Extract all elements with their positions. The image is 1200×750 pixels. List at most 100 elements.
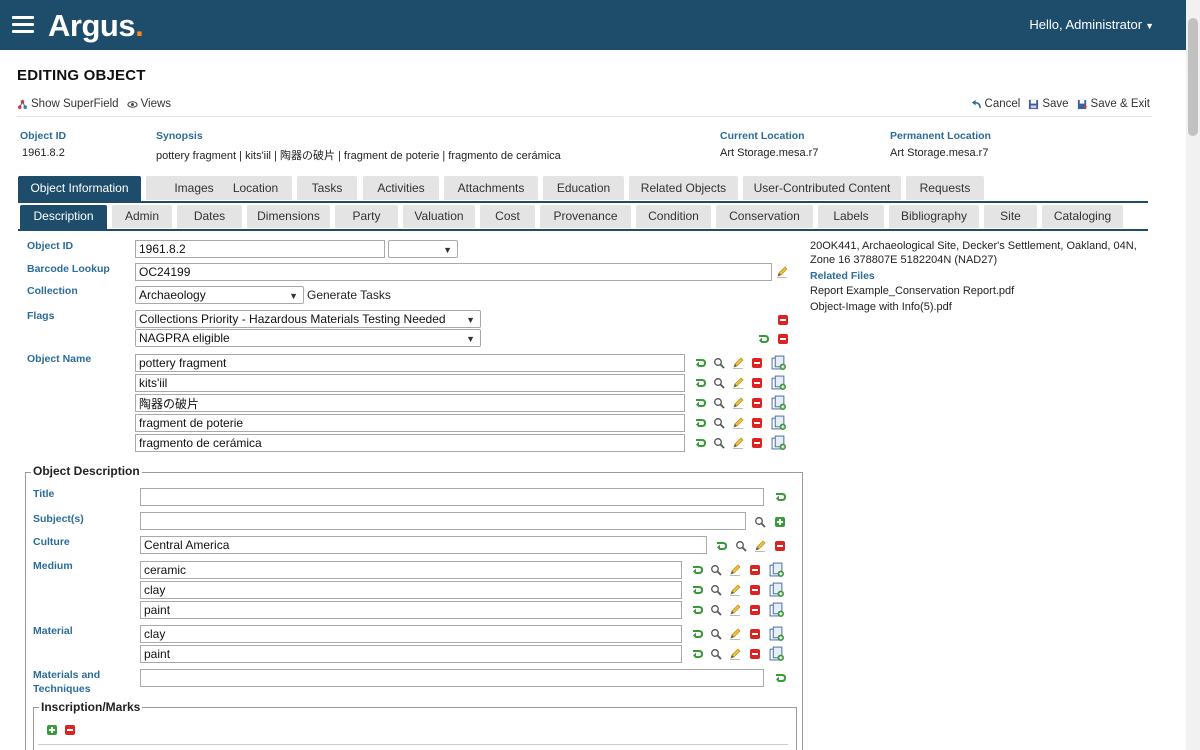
search-icon[interactable] [713,357,725,369]
copy-add-icon[interactable] [771,415,786,430]
pencil-icon[interactable] [732,397,744,409]
add-row-arrow-icon[interactable] [691,564,703,576]
culture-input[interactable] [140,536,707,554]
remove-icon[interactable] [751,377,763,389]
pencil-icon[interactable] [729,584,741,596]
remove-icon[interactable] [774,540,786,552]
app-logo[interactable]: Argus. [48,8,144,44]
save-button[interactable]: Save [1028,98,1069,110]
remove-icon[interactable] [751,397,763,409]
search-icon[interactable] [713,437,725,449]
copy-add-icon[interactable] [771,355,786,370]
remove-icon[interactable] [777,314,789,326]
remove-icon[interactable] [749,564,761,576]
add-row-arrow-icon[interactable] [694,417,706,429]
medium-input[interactable] [140,601,682,619]
add-row-arrow-icon[interactable] [774,491,786,503]
add-icon[interactable] [46,724,58,736]
pencil-icon[interactable] [732,417,744,429]
page-scrollbar[interactable] [1186,0,1200,750]
remove-icon[interactable] [751,357,763,369]
remove-icon[interactable] [751,417,763,429]
save-exit-button[interactable]: Save & Exit [1077,98,1150,110]
add-row-arrow-icon[interactable] [691,628,703,640]
pencil-icon[interactable] [732,437,744,449]
related-file-link[interactable]: Report Example_Conservation Report.pdf [810,285,1014,297]
tab-bibliography[interactable]: Bibliography [889,205,979,228]
user-menu[interactable]: Hello, Administrator ▼ [1029,17,1154,32]
tab-admin[interactable]: Admin [112,205,172,228]
material-input[interactable] [140,645,682,663]
remove-icon[interactable] [751,437,763,449]
tab-tasks[interactable]: Tasks [297,176,357,200]
copy-add-icon[interactable] [771,375,786,390]
search-icon[interactable] [710,564,722,576]
add-row-arrow-icon[interactable] [691,604,703,616]
tab-object-information[interactable]: Object Information [18,176,141,203]
pencil-icon[interactable] [729,604,741,616]
search-icon[interactable] [713,377,725,389]
tab-condition[interactable]: Condition [636,205,711,228]
search-icon[interactable] [710,648,722,660]
pencil-icon[interactable] [732,357,744,369]
tab-location[interactable]: Location [219,176,292,200]
add-row-arrow-icon[interactable] [757,333,769,345]
pencil-icon[interactable] [729,648,741,660]
material-input[interactable] [140,625,682,643]
copy-add-icon[interactable] [769,602,784,617]
menu-icon[interactable] [12,16,34,33]
add-row-arrow-icon[interactable] [691,648,703,660]
object-name-input[interactable] [135,434,685,452]
copy-add-icon[interactable] [771,435,786,450]
add-row-arrow-icon[interactable] [694,357,706,369]
object-name-input[interactable] [135,354,685,372]
copy-add-icon[interactable] [769,626,784,641]
show-superfield-button[interactable]: Show SuperField [17,98,119,110]
tab-related-objects[interactable]: Related Objects [629,176,738,200]
pencil-icon[interactable] [776,266,788,278]
pencil-icon[interactable] [754,540,766,552]
tab-cataloging[interactable]: Cataloging [1042,205,1123,228]
search-icon[interactable] [713,417,725,429]
title-input[interactable] [140,488,764,506]
tab-valuation[interactable]: Valuation [403,205,475,228]
tab-requests[interactable]: Requests [906,176,984,200]
tab-labels[interactable]: Labels [818,205,884,228]
add-row-arrow-icon[interactable] [694,377,706,389]
search-icon[interactable] [713,397,725,409]
search-icon[interactable] [735,540,747,552]
tab-dimensions[interactable]: Dimensions [247,205,330,228]
tab-party[interactable]: Party [335,205,398,228]
tab-description[interactable]: Description [20,205,107,231]
remove-icon[interactable] [777,333,789,345]
medium-input[interactable] [140,581,682,599]
scrollbar-thumb[interactable] [1188,18,1198,136]
add-row-arrow-icon[interactable] [694,397,706,409]
remove-icon[interactable] [749,628,761,640]
pencil-icon[interactable] [729,564,741,576]
remove-icon[interactable] [64,724,76,736]
copy-add-icon[interactable] [769,582,784,597]
tab-user-contributed-content[interactable]: User-Contributed Content [743,176,901,200]
copy-add-icon[interactable] [769,562,784,577]
search-icon[interactable] [710,584,722,596]
object-id-suffix-select[interactable]: ▼ [388,240,458,258]
medium-input[interactable] [140,561,682,579]
generate-tasks-link[interactable]: Generate Tasks [307,288,391,302]
flag-select[interactable]: Collections Priority - Hazardous Materia… [135,310,481,328]
tab-education[interactable]: Education [543,176,624,200]
tab-conservation[interactable]: Conservation [716,205,813,228]
remove-icon[interactable] [749,604,761,616]
search-icon[interactable] [710,628,722,640]
tab-cost[interactable]: Cost [480,205,535,228]
collection-select[interactable]: Archaeology ▼ [135,286,304,304]
add-row-arrow-icon[interactable] [715,540,727,552]
materials-techniques-input[interactable] [140,669,764,687]
remove-icon[interactable] [749,648,761,660]
object-id-input[interactable] [135,240,385,258]
object-name-input[interactable] [135,374,685,392]
related-file-link[interactable]: Object-Image with Info(5).pdf [810,301,952,313]
subjects-input[interactable] [140,512,746,530]
cancel-button[interactable]: Cancel [971,98,1020,110]
search-icon[interactable] [754,516,766,528]
